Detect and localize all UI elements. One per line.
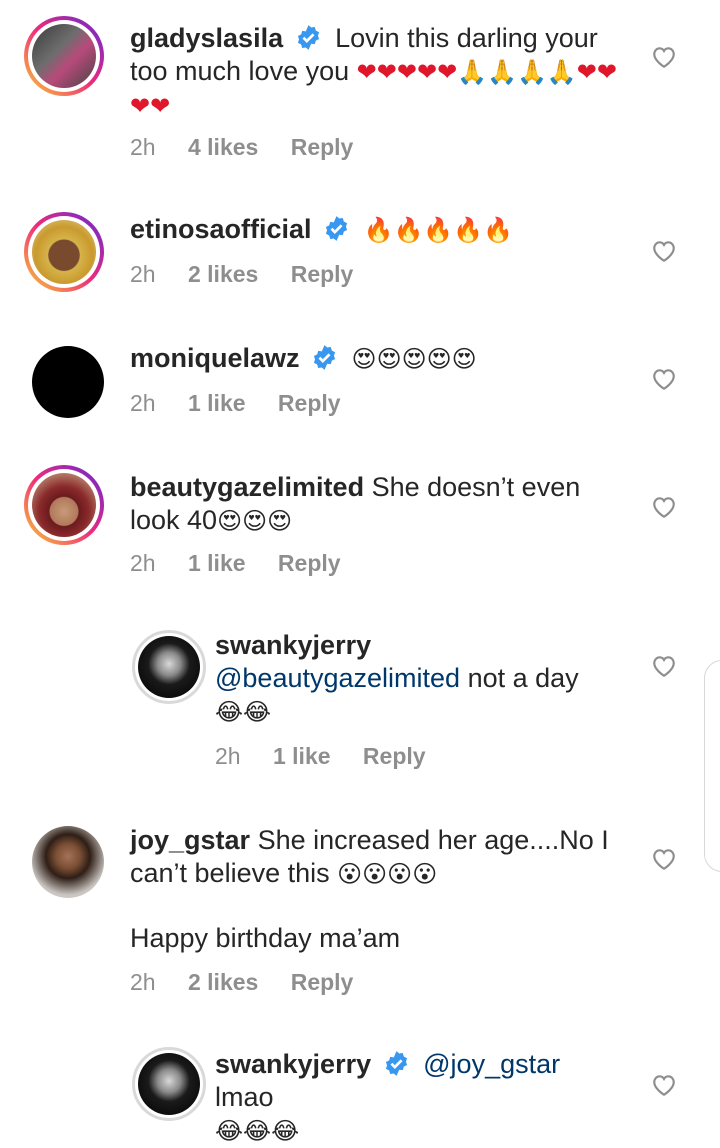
reply-button[interactable]: Reply [291, 261, 354, 287]
emoji-group: 😍😍😍 [217, 507, 293, 535]
comment-item: gladyslasila Lovin this darling your too… [0, 0, 720, 175]
reply-item: swankyjerry @joy_gstar lmao 😂😂😂 [0, 1015, 720, 1145]
timestamp: 2h [130, 969, 156, 995]
comment-item: beautygazelimited She doesn’t even look … [0, 435, 720, 595]
timestamp: 2h [215, 743, 241, 769]
username-link[interactable]: swankyjerry [215, 630, 371, 660]
reply-button[interactable]: Reply [363, 743, 426, 769]
avatar[interactable] [132, 1047, 206, 1121]
comment-text: swankyjerry @beautygazelimited not a day… [215, 629, 615, 729]
emoji-group: 😍😍😍😍😍 [351, 345, 477, 373]
comment-body-line2: Happy birthday ma’am [130, 923, 401, 953]
comment-text: beautygazelimited She doesn’t even look … [130, 471, 610, 538]
reply-button[interactable]: Reply [291, 969, 354, 995]
side-panel-edge[interactable] [704, 660, 720, 872]
heart-outline-icon[interactable] [651, 239, 677, 263]
comment-text: swankyjerry @joy_gstar lmao 😂😂😂 [215, 1048, 625, 1148]
username-link[interactable]: joy_gstar [130, 825, 250, 855]
username-link[interactable]: moniquelawz [130, 343, 300, 373]
comment-text: moniquelawz 😍😍😍😍😍 [130, 342, 620, 376]
reply-item: swankyjerry @beautygazelimited not a day… [0, 595, 720, 800]
heart-outline-icon[interactable] [651, 367, 677, 391]
avatar[interactable] [24, 465, 104, 545]
comment-meta: 2h 1 like Reply [130, 390, 367, 417]
likes-count[interactable]: 1 like [188, 550, 246, 576]
verified-badge-icon [385, 1051, 407, 1076]
likes-count[interactable]: 1 like [188, 390, 246, 416]
timestamp: 2h [130, 390, 156, 416]
avatar[interactable] [24, 212, 104, 292]
comment-body: not a day [467, 663, 579, 693]
emoji-group: 😂😂 [215, 698, 272, 726]
username-link[interactable]: beautygazelimited [130, 472, 364, 502]
reply-button[interactable]: Reply [291, 134, 354, 160]
mention-link[interactable]: @beautygazelimited [215, 663, 460, 693]
reply-button[interactable]: Reply [278, 550, 341, 576]
timestamp: 2h [130, 134, 156, 160]
timestamp: 2h [130, 261, 156, 287]
comment-body: lmao [215, 1082, 274, 1112]
heart-outline-icon[interactable] [651, 495, 677, 519]
heart-outline-icon[interactable] [651, 45, 677, 69]
avatar[interactable] [32, 826, 104, 898]
mention-link[interactable]: @joy_gstar [423, 1049, 560, 1079]
emoji-group: 😂😂😂 [215, 1117, 300, 1145]
verified-badge-icon [313, 345, 336, 370]
username-link[interactable]: gladyslasila [130, 23, 283, 53]
comment-item: etinosaofficial 🔥🔥🔥🔥🔥 2h 2 likes Reply [0, 175, 720, 305]
likes-count[interactable]: 2 likes [188, 261, 258, 287]
comment-text: gladyslasila Lovin this darling your too… [130, 22, 620, 123]
comment-item: moniquelawz 😍😍😍😍😍 2h 1 like Reply [0, 305, 720, 435]
likes-count[interactable]: 1 like [273, 743, 331, 769]
comment-text: joy_gstar She increased her age....No I … [130, 824, 620, 891]
emoji-group: 😮😮😮😮 [337, 860, 438, 888]
emoji-group: 🔥🔥🔥🔥🔥 [363, 216, 513, 244]
username-link[interactable]: swankyjerry [215, 1049, 371, 1079]
heart-outline-icon[interactable] [651, 654, 677, 678]
username-link[interactable]: etinosaofficial [130, 214, 312, 244]
avatar[interactable] [24, 16, 104, 96]
heart-outline-icon[interactable] [651, 1073, 677, 1097]
comment-text: etinosaofficial 🔥🔥🔥🔥🔥 [130, 213, 620, 247]
verified-badge-icon [325, 216, 348, 241]
reply-button[interactable]: Reply [278, 390, 341, 416]
avatar[interactable] [32, 346, 104, 418]
likes-count[interactable]: 2 likes [188, 969, 258, 995]
comment-item: joy_gstar She increased her age....No I … [0, 800, 720, 1015]
comment-meta: 2h 2 likes Reply [130, 261, 379, 288]
heart-outline-icon[interactable] [651, 847, 677, 871]
verified-badge-icon [297, 25, 319, 50]
avatar[interactable] [132, 630, 206, 704]
timestamp: 2h [130, 550, 156, 576]
comment-meta: 2h 2 likes Reply [130, 969, 379, 996]
comment-meta: 2h 1 like Reply [130, 550, 367, 577]
likes-count[interactable]: 4 likes [188, 134, 258, 160]
comment-meta: 2h 1 like Reply [215, 743, 452, 770]
comment-meta: 2h 4 likes Reply [130, 134, 379, 161]
